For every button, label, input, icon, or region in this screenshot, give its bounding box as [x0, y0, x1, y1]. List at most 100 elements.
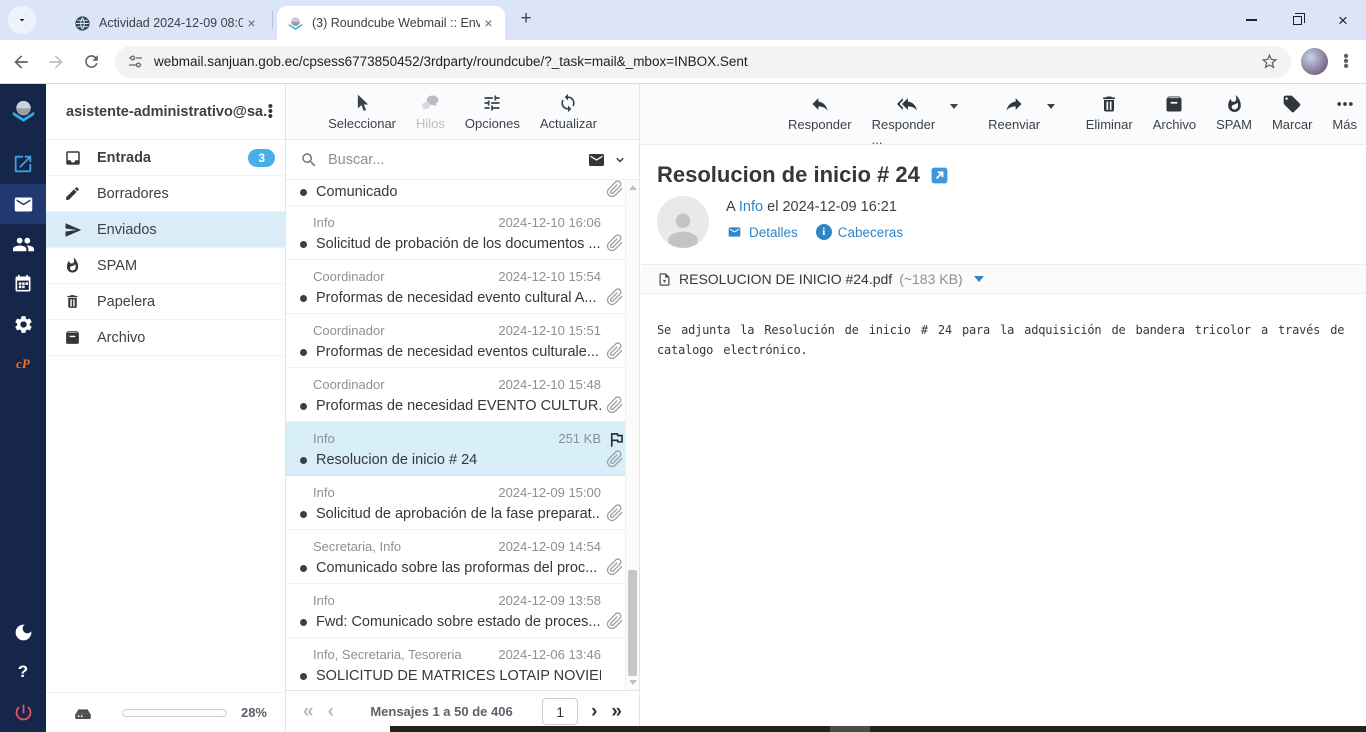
list-item[interactable]: Info2024-12-09 15:00 Solicitud de aproba…: [286, 476, 625, 530]
message-date: 2024-12-10 15:51: [498, 323, 601, 338]
compose-button[interactable]: [0, 144, 46, 184]
browser-profile-avatar[interactable]: [1301, 48, 1328, 75]
scroll-up-icon[interactable]: [629, 185, 637, 190]
site-settings-icon[interactable]: [127, 53, 144, 70]
settings-nav-button[interactable]: [0, 304, 46, 344]
more-button[interactable]: Más: [1323, 92, 1366, 134]
list-scrollbar[interactable]: [625, 180, 639, 690]
to-prefix: A: [726, 199, 735, 215]
list-item[interactable]: Info2024-12-10 16:06 Solicitud de probac…: [286, 206, 625, 260]
reply-button[interactable]: Responder: [779, 92, 861, 134]
account-menu-icon[interactable]: •••: [268, 104, 273, 119]
quota-indicator: 28%: [46, 692, 285, 732]
pagination-range: Mensajes 1 a 50 de 406: [341, 704, 542, 719]
page-input[interactable]: [542, 698, 578, 725]
open-in-new-window-icon[interactable]: [930, 166, 949, 185]
storage-drive-icon: [72, 702, 94, 724]
forward-button[interactable]: [42, 48, 70, 76]
headers-toggle[interactable]: i Cabeceras: [816, 224, 903, 240]
list-item[interactable]: Coordinador2024-12-10 15:48 Proformas de…: [286, 368, 625, 422]
sidebar-item-spam[interactable]: SPAM: [46, 248, 285, 284]
threads-button[interactable]: Hilos: [409, 91, 452, 133]
list-item[interactable]: Comunicado: [286, 180, 625, 206]
body-line: catalogo electrónico.: [657, 340, 1350, 360]
forward-caret-icon[interactable]: [1047, 104, 1055, 109]
list-item[interactable]: Info2024-12-09 13:58 Fwd: Comunicado sob…: [286, 584, 625, 638]
sidebar-item-papelera[interactable]: Papelera: [46, 284, 285, 320]
attachment-name[interactable]: RESOLUCION DE INICIO #24.pdf: [679, 271, 892, 287]
forward-label: Reenviar: [988, 117, 1040, 132]
help-button[interactable]: ?: [0, 652, 46, 692]
list-item[interactable]: Coordinador2024-12-10 15:51 Proformas de…: [286, 314, 625, 368]
list-item[interactable]: Coordinador2024-12-10 15:54 Proformas de…: [286, 260, 625, 314]
roundcube-icon: [287, 15, 304, 32]
browser-tab-roundcube[interactable]: (3) Roundcube Webmail :: Envia ×: [277, 6, 505, 40]
last-page-button[interactable]: »: [604, 701, 629, 723]
first-page-button[interactable]: «: [296, 701, 321, 723]
next-page-button[interactable]: ›: [584, 701, 604, 723]
attachment-paperclip-icon: [606, 558, 624, 576]
unread-dot: [300, 241, 307, 248]
list-item-selected[interactable]: Info251 KB Resolucion de inicio # 24: [286, 422, 625, 476]
contacts-nav-button[interactable]: [0, 224, 46, 264]
message-list-toolbar: Seleccionar Hilos Opciones Actualizar: [286, 84, 639, 140]
details-toggle[interactable]: Detalles: [726, 225, 798, 240]
tab-close-icon[interactable]: ×: [243, 15, 260, 32]
mail-nav-button[interactable]: [0, 184, 46, 224]
prev-page-button[interactable]: ‹: [321, 701, 341, 723]
sidebar-item-enviados[interactable]: Enviados: [46, 212, 285, 248]
bookmark-star-icon[interactable]: [1260, 52, 1279, 71]
threads-label: Hilos: [416, 116, 445, 131]
message-sender: Coordinador: [313, 323, 498, 338]
flag-icon[interactable]: [607, 430, 625, 449]
url-text[interactable]: webmail.sanjuan.gob.ec/cpsess6773850452/…: [154, 54, 1260, 69]
account-header: asistente-administrativo@sa... •••: [46, 84, 285, 140]
recipient-link[interactable]: Info: [739, 199, 763, 215]
refresh-button[interactable]: Actualizar: [533, 91, 604, 133]
back-button[interactable]: [7, 48, 35, 76]
reply-all-button[interactable]: Responder ...: [863, 92, 952, 149]
scroll-down-icon[interactable]: [629, 680, 637, 685]
message-subject: Resolucion de inicio # 24: [316, 452, 601, 468]
cursor-icon: [352, 93, 372, 113]
spam-button[interactable]: SPAM: [1207, 92, 1261, 134]
delete-button[interactable]: Eliminar: [1077, 92, 1142, 134]
reload-button[interactable]: [77, 48, 105, 76]
sidebar-item-entrada[interactable]: Entrada 3: [46, 140, 285, 176]
sidebar-item-borradores[interactable]: Borradores: [46, 176, 285, 212]
forward-button[interactable]: Reenviar: [979, 92, 1049, 134]
scrollbar-thumb[interactable]: [628, 570, 637, 676]
select-label: Seleccionar: [328, 116, 396, 131]
mark-button[interactable]: Marcar: [1263, 92, 1321, 134]
sidebar-item-archivo[interactable]: Archivo: [46, 320, 285, 356]
search-input[interactable]: [328, 152, 586, 168]
search-scope-button[interactable]: [586, 151, 627, 169]
window-restore-button[interactable]: [1274, 0, 1320, 40]
archive-button[interactable]: Archivo: [1144, 92, 1205, 134]
info-icon: i: [816, 224, 832, 240]
window-minimize-button[interactable]: [1228, 0, 1274, 40]
window-close-button[interactable]: ×: [1320, 0, 1366, 40]
browser-tab-activity[interactable]: Actividad 2024-12-09 08:00:00 ×: [64, 6, 268, 40]
dark-mode-moon-icon[interactable]: [0, 612, 46, 652]
new-tab-button[interactable]: +: [513, 7, 539, 33]
cpanel-nav-button[interactable]: cP: [0, 344, 46, 384]
tab-close-icon[interactable]: ×: [480, 15, 497, 32]
attachment-paperclip-icon: [606, 504, 624, 522]
folder-label: Archivo: [97, 330, 145, 346]
calendar-nav-button[interactable]: [0, 264, 46, 304]
attachment-menu-caret-icon[interactable]: [974, 276, 984, 282]
url-bar[interactable]: webmail.sanjuan.gob.ec/cpsess6773850452/…: [115, 46, 1291, 78]
message-sender: Secretaria, Info: [313, 539, 498, 554]
message-sender: Coordinador: [313, 377, 498, 392]
list-item[interactable]: Secretaria, Info2024-12-09 14:54 Comunic…: [286, 530, 625, 584]
reply-all-caret-icon[interactable]: [950, 104, 958, 109]
tab-search-chevron-icon[interactable]: [8, 6, 36, 34]
recipient-line: A Info el 2024-12-09 16:21: [726, 199, 903, 215]
attachment-row[interactable]: RESOLUCION DE INICIO #24.pdf (~183 KB): [641, 264, 1366, 294]
options-button[interactable]: Opciones: [458, 91, 527, 133]
list-item[interactable]: Info, Secretaria, Tesoreria2024-12-06 13…: [286, 638, 625, 690]
logout-power-button[interactable]: [0, 692, 46, 732]
select-button[interactable]: Seleccionar: [321, 91, 403, 133]
browser-menu-icon[interactable]: •••: [1338, 54, 1354, 69]
